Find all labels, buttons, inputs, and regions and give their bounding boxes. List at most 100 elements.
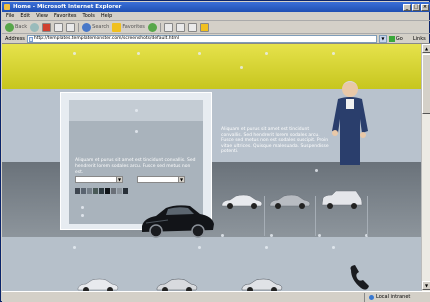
forward-button[interactable]: [30, 22, 40, 32]
color-swatches: [75, 188, 128, 194]
page-content: Aliquam et purus sit amet est tincidunt …: [2, 44, 422, 291]
divider: [367, 196, 368, 236]
menu-favorites[interactable]: Favorites: [54, 12, 77, 20]
menu-bar: File Edit View Favorites Tools Help: [2, 12, 430, 21]
go-label: Go: [395, 35, 403, 42]
decor-dot: [73, 52, 76, 55]
discuss-button[interactable]: [199, 22, 209, 32]
address-value: http://templates.templatemonster.com/scr…: [33, 35, 180, 41]
decor-dot: [265, 52, 268, 55]
search-panel-text: Aliquam et purus sit amet est tincidunt …: [75, 158, 196, 175]
decor-dot: [198, 246, 201, 249]
make-select[interactable]: ▼: [75, 176, 123, 183]
color-swatch[interactable]: [123, 188, 128, 194]
favorites-button[interactable]: Favorites: [112, 22, 145, 32]
home-icon: [66, 22, 76, 32]
back-button[interactable]: Back: [5, 22, 28, 32]
color-swatch[interactable]: [87, 188, 92, 194]
divider: [315, 196, 316, 236]
vertical-scrollbar[interactable]: ▲ ▼: [421, 44, 430, 291]
links-button[interactable]: Links: [413, 36, 426, 42]
model-select[interactable]: ▼: [137, 176, 185, 183]
car-thumbnail-3[interactable]: [320, 189, 364, 211]
car-thumbnail-4[interactable]: [76, 276, 120, 291]
maximize-button[interactable]: □: [412, 4, 420, 11]
decor-dot: [135, 109, 138, 112]
toolbar-separator: [78, 22, 80, 32]
forward-arrow-icon: [30, 22, 40, 32]
color-swatch[interactable]: [93, 188, 98, 194]
car-thumbnail-1[interactable]: [220, 192, 264, 210]
color-swatch[interactable]: [111, 188, 116, 194]
title-bar: Home - Microsoft Internet Explorer _ □ ×: [2, 2, 430, 12]
search-panel-header: [69, 100, 203, 121]
decor-dot: [332, 246, 335, 249]
salesman-photo: [332, 81, 368, 165]
search-button[interactable]: Search: [82, 22, 110, 32]
edit-button[interactable]: [187, 22, 197, 32]
car-thumbnail-5[interactable]: [155, 276, 199, 291]
chevron-down-icon: ▼: [178, 177, 184, 182]
color-swatch[interactable]: [75, 188, 80, 194]
color-swatch[interactable]: [99, 188, 104, 194]
menu-tools[interactable]: Tools: [83, 12, 95, 20]
decor-dot: [315, 169, 318, 172]
star-icon: [112, 22, 122, 32]
phone-icon: [350, 265, 369, 290]
address-input[interactable]: http://templates.templatemonster.com/scr…: [26, 34, 377, 43]
decor-dot: [135, 130, 138, 133]
color-swatch[interactable]: [117, 188, 122, 194]
color-swatch[interactable]: [81, 188, 86, 194]
search-label: Search: [92, 24, 110, 30]
history-button[interactable]: [147, 22, 157, 32]
back-label: Back: [15, 24, 28, 30]
security-zone: Local intranet: [364, 293, 410, 302]
mail-button[interactable]: [163, 22, 173, 32]
menu-help[interactable]: Help: [101, 12, 112, 20]
window-title: Home - Microsoft Internet Explorer: [13, 4, 122, 10]
decor-dot: [332, 52, 335, 55]
globe-icon: [369, 295, 374, 300]
menu-file[interactable]: File: [6, 12, 14, 20]
decor-dot: [318, 234, 321, 237]
zone-label: Local intranet: [376, 294, 411, 300]
browser-window: Home - Microsoft Internet Explorer _ □ ×…: [0, 0, 430, 302]
decor-dot: [221, 234, 224, 237]
decor-dot: [73, 246, 76, 249]
print-icon: [175, 22, 185, 32]
intro-text: Aliquam et purus sit amet est tincidunt …: [221, 127, 329, 154]
address-dropdown-button[interactable]: ▼: [378, 34, 387, 43]
toolbar-separator: [159, 22, 161, 32]
address-bar: Address http://templates.templatemonster…: [2, 34, 430, 44]
stop-button[interactable]: [42, 22, 52, 32]
go-button[interactable]: Go: [388, 35, 403, 42]
menu-edit[interactable]: Edit: [20, 12, 30, 20]
divider: [264, 196, 265, 236]
mail-icon: [163, 22, 173, 32]
scroll-up-button[interactable]: ▲: [422, 44, 430, 53]
menu-view[interactable]: View: [36, 12, 48, 20]
edit-icon: [187, 22, 197, 32]
back-arrow-icon: [5, 22, 14, 32]
decor-dot: [270, 234, 273, 237]
home-button[interactable]: [66, 22, 76, 32]
print-button[interactable]: [175, 22, 185, 32]
history-icon: [147, 22, 157, 32]
decor-dot: [81, 206, 84, 209]
featured-car-image: [142, 205, 214, 238]
status-bar: Local intranet: [2, 291, 430, 302]
scroll-down-button[interactable]: ▼: [422, 281, 430, 290]
close-button[interactable]: ×: [421, 4, 429, 11]
go-arrow-icon: [388, 35, 395, 42]
refresh-button[interactable]: [54, 22, 64, 32]
folder-icon: [199, 22, 209, 32]
favorites-label: Favorites: [122, 24, 145, 30]
color-swatch[interactable]: [105, 188, 110, 194]
toolbar: Back Search Favorites: [2, 21, 430, 34]
scroll-thumb[interactable]: [422, 54, 430, 114]
decor-dot: [265, 246, 268, 249]
car-thumbnail-2[interactable]: [268, 192, 312, 210]
car-thumbnail-6[interactable]: [240, 276, 284, 291]
decor-dot: [198, 52, 201, 55]
minimize-button[interactable]: _: [403, 4, 411, 11]
